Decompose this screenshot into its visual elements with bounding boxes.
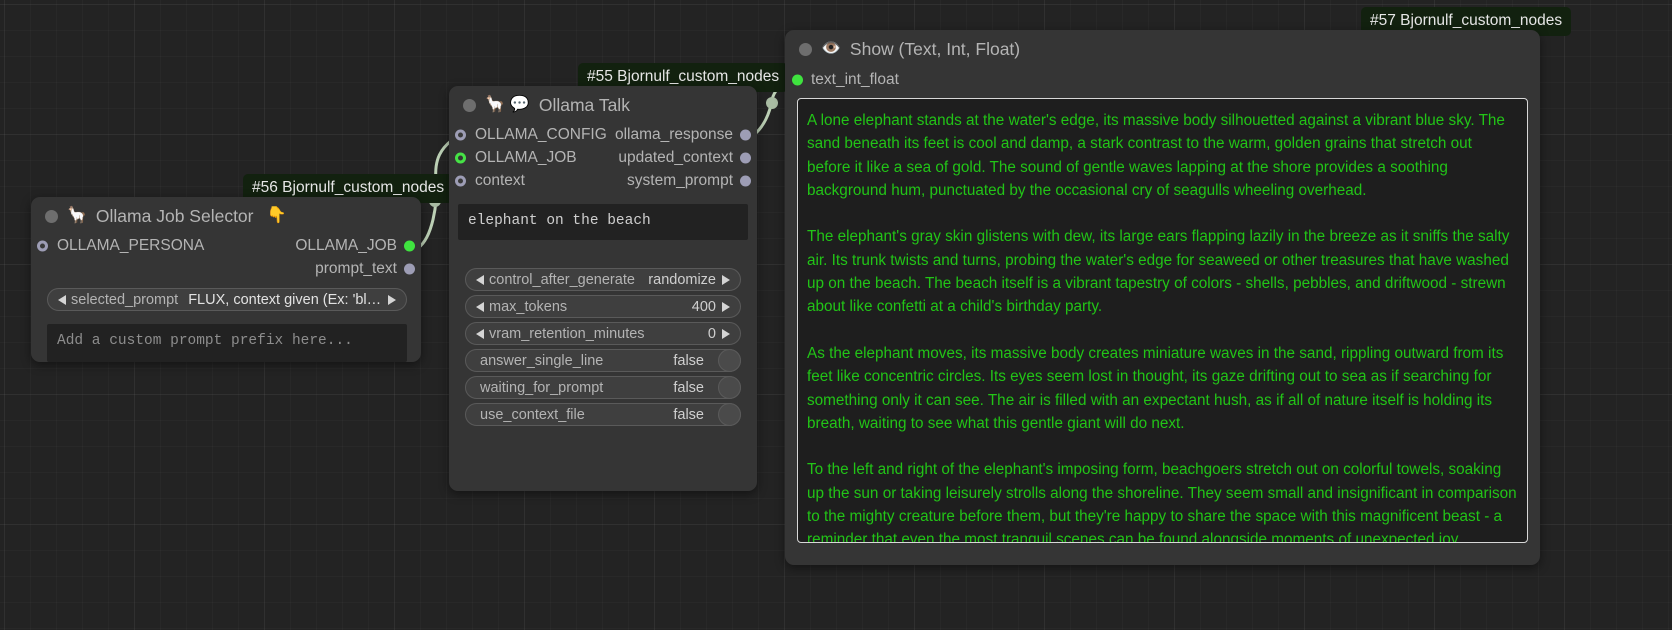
widget-max-tokens[interactable]: max_tokens 400 bbox=[465, 295, 741, 318]
output-dot-ollama-job[interactable] bbox=[404, 241, 415, 252]
chevron-left-icon[interactable] bbox=[476, 329, 484, 339]
output-label-prompt-text: prompt_text bbox=[315, 260, 397, 278]
eye-icon: 👁️ bbox=[821, 41, 841, 57]
node-title-55: Ollama Talk bbox=[539, 95, 630, 116]
speech-balloon-icon: 💬 bbox=[510, 97, 530, 113]
widget-label-vram-retention-minutes: vram_retention_minutes bbox=[489, 326, 645, 342]
chevron-right-icon[interactable] bbox=[722, 302, 730, 312]
input-label-ollama-persona: OLLAMA_PERSONA bbox=[57, 237, 204, 255]
widget-value-max-tokens: 400 bbox=[692, 299, 716, 315]
chevron-right-icon[interactable] bbox=[388, 295, 396, 305]
chevron-left-icon[interactable] bbox=[476, 275, 484, 285]
link-center-dot-2 bbox=[766, 97, 778, 109]
input-dot-ollama-persona[interactable] bbox=[37, 241, 48, 252]
pointing-down-hand-icon: 👇 bbox=[267, 208, 287, 224]
node-body-57: text_int_float A lone elephant stands at… bbox=[785, 68, 1540, 543]
node-body-56: OLLAMA_PERSONA OLLAMA_JOB prompt_text se… bbox=[31, 235, 421, 362]
node-header-57[interactable]: 👁️ Show (Text, Int, Float) bbox=[785, 30, 1540, 68]
slot-row-pair-1: OLLAMA_PERSONA OLLAMA_JOB bbox=[31, 235, 421, 258]
display-paragraph-2: The elephant's gray skin glistens with d… bbox=[807, 225, 1518, 318]
widget-use-context-file[interactable]: use_context_file false bbox=[465, 403, 741, 426]
chevron-right-icon[interactable] bbox=[722, 329, 730, 339]
node-ollama-talk[interactable]: 🦙 💬 Ollama Talk OLLAMA_CONFIG ollama_res… bbox=[449, 86, 757, 491]
toggle-knob-answer-single-line[interactable] bbox=[718, 349, 741, 372]
textarea-prompt[interactable]: elephant on the beach bbox=[458, 204, 748, 240]
node-ollama-job-selector[interactable]: 🦙 Ollama Job Selector 👇 OLLAMA_PERSONA O… bbox=[31, 197, 421, 362]
input-label-text-int-float: text_int_float bbox=[811, 71, 899, 89]
node-header-56[interactable]: 🦙 Ollama Job Selector 👇 bbox=[31, 197, 421, 235]
output-dot-prompt-text[interactable] bbox=[404, 264, 415, 275]
output-label-updated-context: updated_context bbox=[618, 149, 733, 167]
widget-value-use-context-file: false bbox=[673, 407, 704, 423]
widget-value-selected-prompt: FLUX, context given (Ex: 'bla… bbox=[188, 292, 382, 308]
display-paragraph-1: A lone elephant stands at the water's ed… bbox=[807, 109, 1518, 202]
chevron-right-icon[interactable] bbox=[722, 275, 730, 285]
widget-label-max-tokens: max_tokens bbox=[489, 299, 567, 315]
widget-value-answer-single-line: false bbox=[673, 353, 704, 369]
collapse-toggle-icon[interactable] bbox=[463, 99, 476, 112]
widget-waiting-for-prompt[interactable]: waiting_for_prompt false bbox=[465, 376, 741, 399]
slot-row-pair-1: OLLAMA_CONFIG ollama_response bbox=[449, 124, 757, 147]
toggle-knob-use-context-file[interactable] bbox=[718, 403, 741, 426]
widget-value-control-after-generate: randomize bbox=[648, 272, 716, 288]
node-title-57: Show (Text, Int, Float) bbox=[850, 39, 1020, 60]
input-dot-text-int-float[interactable] bbox=[792, 75, 803, 86]
widget-control-after-generate[interactable]: control_after_generate randomize bbox=[465, 268, 741, 291]
input-label-context: context bbox=[475, 172, 525, 190]
widget-value-vram-retention-minutes: 0 bbox=[708, 326, 716, 342]
input-label-ollama-config: OLLAMA_CONFIG bbox=[475, 126, 607, 144]
textarea-custom-prompt-prefix[interactable]: Add a custom prompt prefix here... bbox=[47, 324, 407, 362]
input-dot-ollama-config[interactable] bbox=[455, 130, 466, 141]
node-body-55: OLLAMA_CONFIG ollama_response OLLAMA_JOB… bbox=[449, 124, 757, 426]
slot-row-pair-2: prompt_text bbox=[31, 258, 421, 281]
widget-stack-55: control_after_generate randomize max_tok… bbox=[465, 268, 741, 426]
node-title-56: Ollama Job Selector bbox=[96, 206, 254, 227]
chevron-left-icon[interactable] bbox=[58, 295, 66, 305]
display-paragraph-3: As the elephant moves, its massive body … bbox=[807, 342, 1518, 435]
widget-label-selected-prompt: selected_prompt bbox=[71, 292, 178, 308]
output-dot-updated-context[interactable] bbox=[740, 153, 751, 164]
collapse-toggle-icon[interactable] bbox=[45, 210, 58, 223]
node-show-text-int-float[interactable]: 👁️ Show (Text, Int, Float) text_int_floa… bbox=[785, 30, 1540, 565]
slot-row-pair-2: OLLAMA_JOB updated_context bbox=[449, 147, 757, 170]
llama-icon: 🦙 bbox=[485, 97, 505, 113]
slot-row-pair-3: context system_prompt bbox=[449, 170, 757, 193]
node-graph-canvas[interactable]: #56 Bjornulf_custom_nodes 🦙 Ollama Job S… bbox=[0, 0, 1672, 630]
chevron-left-icon[interactable] bbox=[476, 302, 484, 312]
slot-row-text-int-float: text_int_float bbox=[785, 68, 1540, 93]
display-paragraph-4: To the left and right of the elephant's … bbox=[807, 458, 1518, 543]
widget-label-answer-single-line: answer_single_line bbox=[480, 353, 603, 369]
output-label-ollama-response: ollama_response bbox=[615, 126, 733, 144]
widget-label-waiting-for-prompt: waiting_for_prompt bbox=[480, 380, 603, 396]
output-dot-ollama-response[interactable] bbox=[740, 130, 751, 141]
widget-value-waiting-for-prompt: false bbox=[673, 380, 704, 396]
widget-answer-single-line[interactable]: answer_single_line false bbox=[465, 349, 741, 372]
toggle-knob-waiting-for-prompt[interactable] bbox=[718, 376, 741, 399]
input-dot-context[interactable] bbox=[455, 176, 466, 187]
output-text-display: A lone elephant stands at the water's ed… bbox=[797, 98, 1528, 543]
widget-vram-retention-minutes[interactable]: vram_retention_minutes 0 bbox=[465, 322, 741, 345]
input-dot-ollama-job[interactable] bbox=[455, 153, 466, 164]
collapse-toggle-icon[interactable] bbox=[799, 43, 812, 56]
node-header-55[interactable]: 🦙 💬 Ollama Talk bbox=[449, 86, 757, 124]
output-dot-system-prompt[interactable] bbox=[740, 176, 751, 187]
output-label-ollama-job: OLLAMA_JOB bbox=[295, 237, 397, 255]
widget-label-use-context-file: use_context_file bbox=[480, 407, 585, 423]
widget-selected-prompt[interactable]: selected_prompt FLUX, context given (Ex:… bbox=[47, 288, 407, 311]
input-label-ollama-job: OLLAMA_JOB bbox=[475, 149, 577, 167]
output-label-system-prompt: system_prompt bbox=[627, 172, 733, 190]
widget-label-control-after-generate: control_after_generate bbox=[489, 272, 635, 288]
llama-icon: 🦙 bbox=[67, 208, 87, 224]
